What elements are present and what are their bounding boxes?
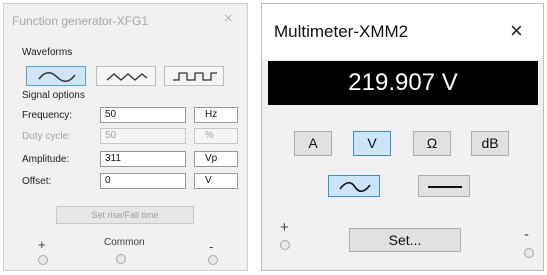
sine-wave-button[interactable] (26, 66, 86, 86)
amplitude-input[interactable]: 311 (100, 151, 186, 167)
offset-unit-select[interactable]: V (194, 173, 238, 189)
mm-title: Multimeter-XMM2 (274, 22, 409, 41)
function-generator-window: Function generator-XFG1 × Waveforms Sign… (3, 3, 248, 271)
frequency-label: Frequency: (22, 110, 73, 121)
fg-common-terminal[interactable] (116, 254, 126, 264)
mm-reading-display: 219.907 V (268, 61, 538, 105)
square-wave-icon (173, 72, 217, 81)
ohmmeter-mode-button[interactable]: Ω (413, 131, 451, 156)
dc-mode-button[interactable] (418, 175, 470, 197)
fg-minus-terminal[interactable] (208, 255, 218, 265)
duty-cycle-unit: % (194, 128, 238, 144)
triangle-wave-button[interactable] (96, 66, 156, 86)
set-rise-fall-time-button: Set rise/Fall time (56, 206, 194, 224)
voltmeter-mode-button[interactable]: V (353, 131, 391, 156)
multimeter-window: Multimeter-XMM2 × 219.907 V A V Ω dB + S… (261, 3, 544, 271)
fg-plus-label: + (38, 237, 46, 252)
mm-plus-terminal[interactable] (280, 240, 290, 250)
mm-minus-terminal[interactable] (524, 248, 534, 258)
mm-plus-label: + (280, 219, 289, 236)
ac-sine-icon (339, 181, 371, 193)
fg-title: Function generator-XFG1 (12, 14, 149, 28)
duty-cycle-label: Duty cycle: (22, 131, 71, 142)
frequency-unit-select[interactable]: Hz (194, 107, 238, 123)
fg-close-icon[interactable]: × (224, 10, 233, 27)
fg-minus-label: - (209, 239, 214, 254)
decibel-mode-button[interactable]: dB (471, 131, 509, 156)
ammeter-mode-button[interactable]: A (294, 131, 332, 156)
mm-set-button[interactable]: Set... (349, 228, 461, 252)
amplitude-unit-select[interactable]: Vp (194, 151, 238, 167)
mm-close-icon[interactable]: × (510, 18, 523, 44)
fg-plus-terminal[interactable] (38, 255, 48, 265)
sine-wave-icon (38, 72, 76, 82)
triangle-wave-icon (106, 73, 148, 81)
square-wave-button[interactable] (164, 66, 224, 86)
signal-options-label: Signal options (22, 90, 85, 101)
waveforms-label: Waveforms (22, 47, 73, 58)
offset-input[interactable]: 0 (100, 173, 186, 189)
duty-cycle-input: 50 (100, 128, 186, 144)
amplitude-label: Amplitude: (22, 154, 70, 165)
dc-line-icon (428, 186, 462, 188)
fg-common-label: Common (104, 237, 145, 248)
mm-minus-label: - (524, 226, 529, 243)
frequency-input[interactable]: 50 (100, 107, 186, 123)
ac-mode-button[interactable] (328, 175, 380, 197)
offset-label: Offset: (22, 176, 52, 187)
